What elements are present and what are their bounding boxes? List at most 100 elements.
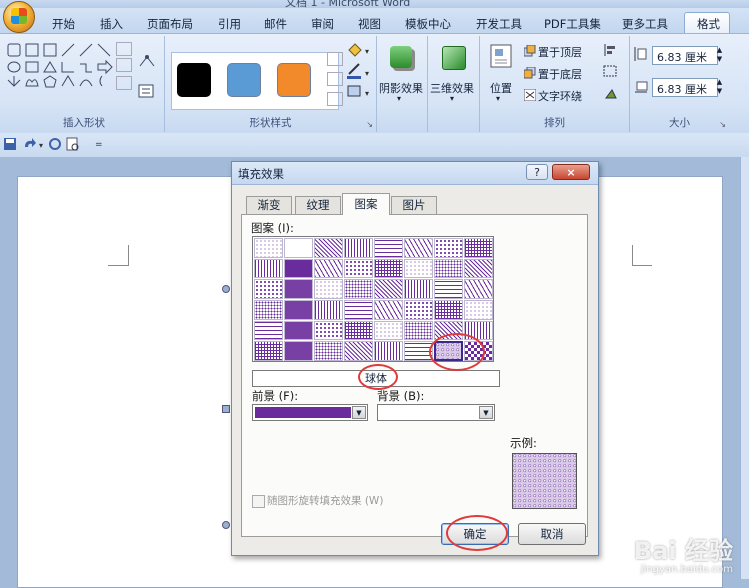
shape-width-input[interactable]: 6.83 厘米 <box>652 78 718 97</box>
3d-effects-icon[interactable] <box>442 46 466 70</box>
dialog-launcher-icon[interactable]: ↘ <box>366 120 373 129</box>
position-icon[interactable] <box>490 44 512 68</box>
pattern-option[interactable] <box>464 238 493 258</box>
pattern-option[interactable] <box>254 341 283 362</box>
style-swatch-blue[interactable] <box>227 63 261 97</box>
style-scroll-up[interactable] <box>327 52 343 66</box>
pattern-option[interactable] <box>464 279 493 300</box>
arc-shape-icon[interactable] <box>79 79 93 87</box>
pattern-option[interactable] <box>344 258 373 279</box>
pattern-option[interactable] <box>374 320 403 341</box>
shape-handle[interactable] <box>222 285 230 293</box>
edit-shape-icon[interactable] <box>138 54 158 70</box>
pattern-option[interactable] <box>284 300 313 320</box>
foreground-dropdown-arrow[interactable]: ▼ <box>352 406 366 419</box>
arrow-line-icon[interactable] <box>79 43 93 57</box>
position-button[interactable]: 位置 <box>490 80 512 96</box>
tab-pattern[interactable]: 图案 <box>342 193 390 215</box>
pattern-option[interactable] <box>404 320 433 341</box>
pattern-option[interactable] <box>284 258 313 279</box>
gallery-more[interactable] <box>116 76 132 90</box>
shape-height-input[interactable]: 6.83 厘米 <box>652 46 718 65</box>
pentagon-shape-icon[interactable] <box>43 75 57 88</box>
tab-mailings[interactable]: 邮件 <box>264 16 287 33</box>
triangle-shape-icon[interactable] <box>43 61 57 73</box>
pattern-option[interactable] <box>374 279 403 300</box>
cloud-shape-icon[interactable] <box>25 79 39 87</box>
undo-icon[interactable] <box>25 138 36 147</box>
gallery-scroll-down[interactable] <box>116 58 132 72</box>
tab-insert[interactable]: 插入 <box>100 16 123 33</box>
rotate-icon[interactable] <box>605 89 617 99</box>
picture-shape-icon[interactable] <box>43 43 57 57</box>
bring-to-front-button[interactable]: 置于顶层 <box>538 44 582 60</box>
pattern-option[interactable] <box>344 279 373 300</box>
pattern-option[interactable] <box>404 238 433 258</box>
tab-developer[interactable]: 开发工具 <box>476 16 522 33</box>
textbox-shape-icon[interactable] <box>7 43 21 57</box>
cancel-button[interactable]: 取消 <box>518 523 586 545</box>
pattern-option[interactable] <box>464 258 493 279</box>
text-wrap-button[interactable]: 文字环绕 <box>538 88 582 104</box>
tab-references[interactable]: 引用 <box>218 16 241 33</box>
pattern-option[interactable] <box>254 258 283 279</box>
change-shape-icon[interactable]: ▾ <box>347 85 369 98</box>
save-icon[interactable] <box>4 138 16 150</box>
style-swatch-black[interactable] <box>177 63 211 97</box>
style-scroll-down[interactable] <box>327 72 343 86</box>
shape-handle[interactable] <box>222 405 230 413</box>
tab-gradient[interactable]: 渐变 <box>246 196 292 214</box>
background-color-select[interactable]: ▼ <box>377 404 495 421</box>
text-box-icon[interactable] <box>138 84 154 98</box>
pattern-option[interactable] <box>344 341 373 362</box>
customize-toolbar-icon[interactable]: = <box>95 140 103 150</box>
tab-format[interactable]: 格式 <box>684 12 730 33</box>
tab-view[interactable]: 视图 <box>358 16 381 33</box>
tab-home[interactable]: 开始 <box>52 16 75 33</box>
pattern-option[interactable] <box>344 238 373 258</box>
pattern-option[interactable] <box>404 300 433 320</box>
pattern-option[interactable] <box>434 300 463 320</box>
style-more[interactable] <box>327 92 343 106</box>
pattern-option[interactable] <box>254 300 283 320</box>
line-shape-icon[interactable] <box>61 43 75 57</box>
pattern-option[interactable] <box>314 258 343 279</box>
style-swatch-orange[interactable] <box>277 63 311 97</box>
pattern-option[interactable] <box>314 300 343 320</box>
foreground-color-select[interactable]: ▼ <box>252 404 368 421</box>
pattern-option[interactable] <box>374 300 403 320</box>
pattern-option[interactable] <box>254 279 283 300</box>
width-spinner[interactable]: ▲ ▼ <box>713 78 726 97</box>
pattern-option[interactable] <box>434 258 463 279</box>
pattern-option[interactable] <box>314 279 343 300</box>
pattern-option[interactable] <box>344 300 373 320</box>
pattern-option[interactable] <box>284 279 313 300</box>
help-button[interactable]: ? <box>526 164 548 180</box>
pattern-option[interactable] <box>254 320 283 341</box>
elbow-arrow-icon[interactable] <box>80 63 92 73</box>
tab-texture[interactable]: 纹理 <box>295 196 341 214</box>
gallery-scroll-up[interactable] <box>116 42 132 56</box>
pattern-option[interactable] <box>314 341 343 362</box>
position-dropdown[interactable]: ▾ <box>496 94 500 103</box>
close-button[interactable]: × <box>552 164 590 180</box>
undo-dropdown-icon[interactable]: ▾ <box>39 141 43 150</box>
pattern-option[interactable] <box>404 279 433 300</box>
vertical-textbox-icon[interactable] <box>25 43 39 57</box>
pattern-option[interactable] <box>254 238 283 258</box>
right-arrow-shape-icon[interactable] <box>97 59 113 75</box>
tab-more-tools[interactable]: 更多工具 <box>622 16 668 33</box>
rectangle-shape-icon[interactable] <box>25 61 39 73</box>
angle-shape-icon[interactable] <box>61 75 75 87</box>
oval-shape-icon[interactable] <box>7 61 21 73</box>
pattern-option[interactable] <box>284 341 313 362</box>
pattern-option[interactable] <box>314 320 343 341</box>
pattern-option[interactable] <box>434 238 463 258</box>
outline-pen-icon[interactable]: ▾ <box>347 63 369 79</box>
pattern-option[interactable] <box>434 279 463 300</box>
pattern-option[interactable] <box>344 320 373 341</box>
double-arrow-line-icon[interactable] <box>97 43 111 57</box>
office-button[interactable] <box>3 1 35 33</box>
background-dropdown-arrow[interactable]: ▼ <box>479 406 493 419</box>
pattern-option[interactable] <box>284 238 313 258</box>
